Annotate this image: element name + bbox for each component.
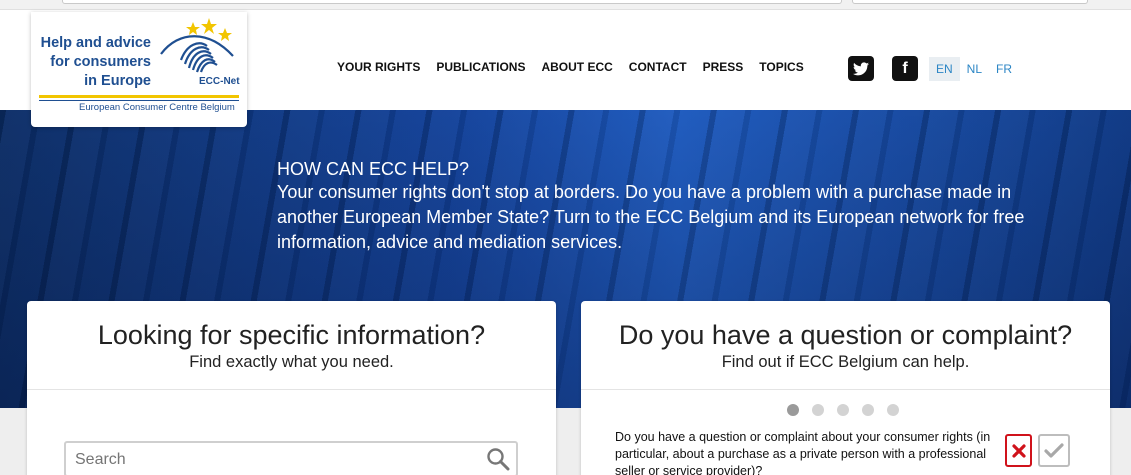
browser-search-bar[interactable] xyxy=(852,0,1088,4)
carousel-dot[interactable] xyxy=(837,404,849,416)
lang-nl[interactable]: NL xyxy=(960,57,989,81)
answer-no-button[interactable] xyxy=(1005,434,1032,467)
complaint-question: Do you have a question or complaint abou… xyxy=(615,430,991,475)
nav-about-ecc[interactable]: ABOUT ECC xyxy=(541,60,612,74)
search-icon[interactable] xyxy=(486,447,510,475)
carousel-dot[interactable] xyxy=(887,404,899,416)
ecc-net-emblem-icon xyxy=(160,18,234,73)
ecc-net-label: ECC-Net xyxy=(199,76,240,87)
complaint-card-title: Do you have a question or complaint? xyxy=(618,320,1073,350)
info-card-subtitle: Find exactly what you need. xyxy=(189,353,394,371)
logo-text: Help and advice for consumers in Europe xyxy=(40,35,151,89)
hero-body: Your consumer rights don't stop at borde… xyxy=(277,182,1025,252)
logo-yellow-rule xyxy=(39,95,239,98)
checkmark-icon xyxy=(1044,442,1064,458)
facebook-icon: f xyxy=(902,59,908,77)
address-bar[interactable] xyxy=(62,0,842,4)
ecc-logo[interactable]: Help and advice for consumers in Europe … xyxy=(31,12,247,127)
logo-blue-rule xyxy=(39,100,239,101)
answer-yes-button[interactable] xyxy=(1038,434,1070,467)
hero-title: HOW CAN ECC HELP? xyxy=(277,159,470,179)
twitter-icon xyxy=(853,61,869,75)
complaint-card: Do you have a question or complaint? Fin… xyxy=(581,301,1110,475)
search-input[interactable] xyxy=(75,451,475,469)
carousel-dot[interactable] xyxy=(787,404,799,416)
main-nav: YOUR RIGHTS PUBLICATIONS ABOUT ECC CONTA… xyxy=(337,60,820,74)
card-divider xyxy=(581,389,1110,390)
search-box xyxy=(64,441,518,475)
info-card-title: Looking for specific information? xyxy=(97,320,486,350)
logo-subtitle: European Consumer Centre Belgium xyxy=(79,102,235,113)
nav-publications[interactable]: PUBLICATIONS xyxy=(436,60,525,74)
facebook-button[interactable]: f xyxy=(892,56,918,81)
hero-text: HOW CAN ECC HELP? Your consumer rights d… xyxy=(277,158,1077,255)
carousel-dots xyxy=(787,404,899,416)
nav-topics[interactable]: TOPICS xyxy=(759,60,803,74)
card-divider xyxy=(27,389,556,390)
lang-fr[interactable]: FR xyxy=(989,57,1019,81)
info-search-card: Looking for specific information? Find e… xyxy=(27,301,556,475)
language-switcher: EN NL FR xyxy=(929,57,1019,81)
lang-en[interactable]: EN xyxy=(929,57,960,81)
twitter-button[interactable] xyxy=(848,56,874,81)
nav-press[interactable]: PRESS xyxy=(703,60,744,74)
browser-top-strip xyxy=(0,0,1131,10)
site-header: Help and advice for consumers in Europe … xyxy=(0,10,1131,127)
close-icon xyxy=(1011,443,1026,458)
nav-your-rights[interactable]: YOUR RIGHTS xyxy=(337,60,420,74)
complaint-card-subtitle: Find out if ECC Belgium can help. xyxy=(721,353,970,371)
carousel-dot[interactable] xyxy=(862,404,874,416)
carousel-dot[interactable] xyxy=(812,404,824,416)
nav-contact[interactable]: CONTACT xyxy=(629,60,687,74)
